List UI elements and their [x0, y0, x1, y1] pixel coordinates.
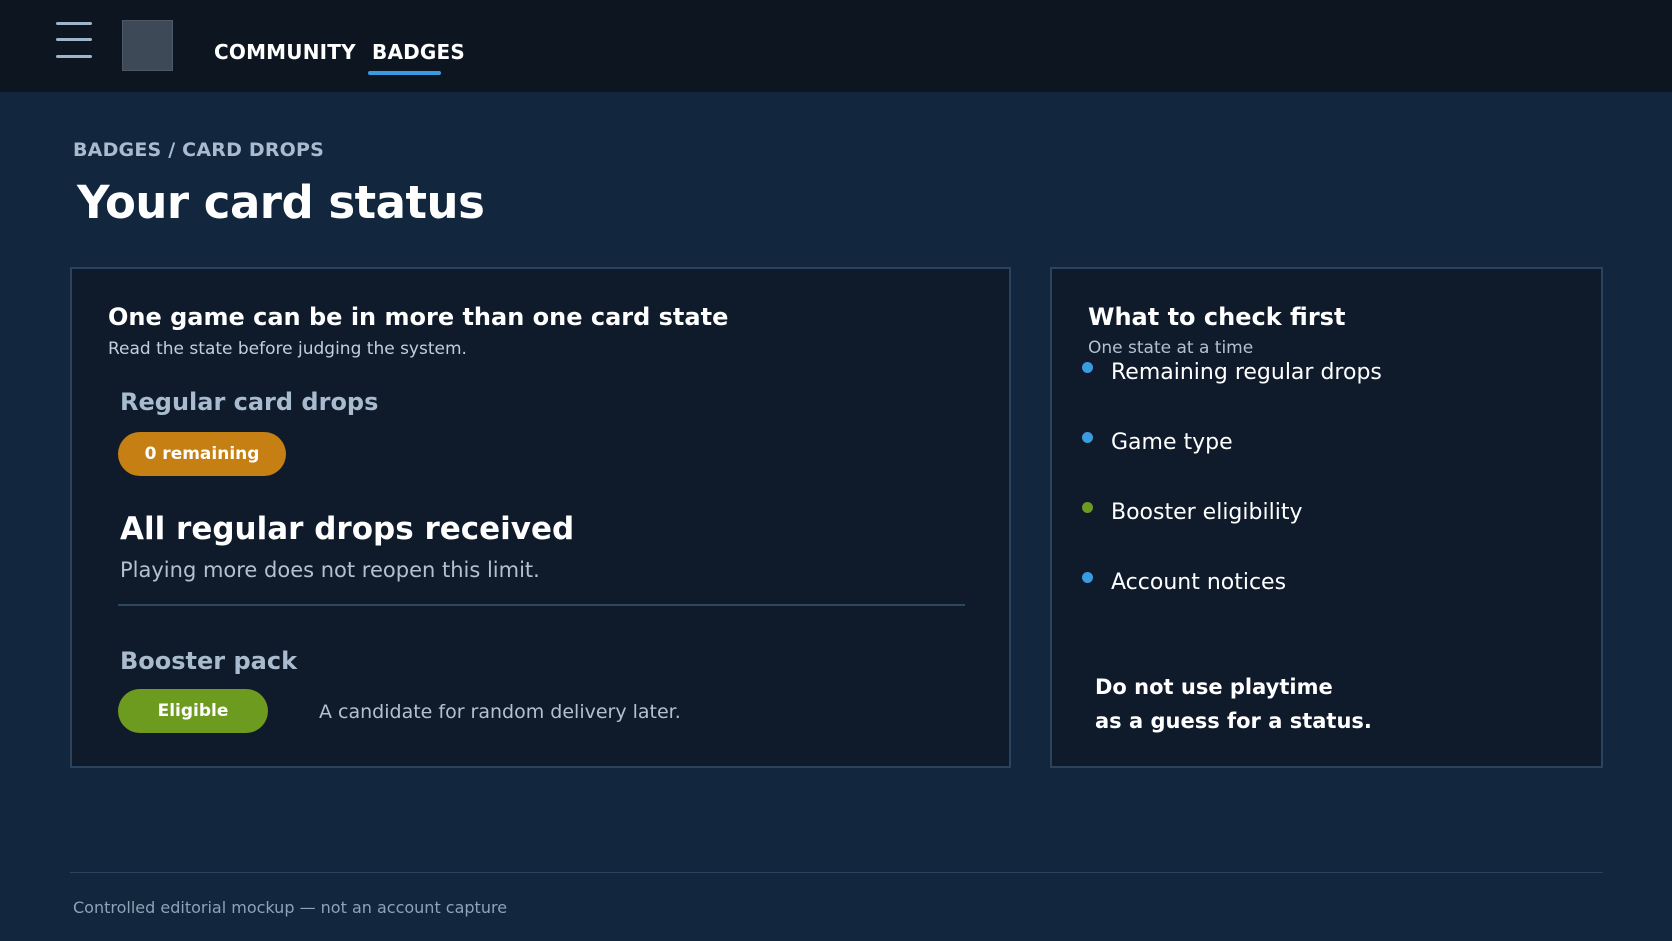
section-divider — [118, 604, 965, 606]
list-item-label: Remaining regular drops — [1111, 359, 1382, 385]
bullet-dot-icon — [1082, 501, 1093, 513]
footer-note: Controlled editorial mockup — not an acc… — [73, 898, 508, 917]
panel-subtitle: One state at a time — [1088, 338, 1254, 358]
booster-pack-label: Booster pack — [120, 647, 298, 675]
panel-title: What to check first — [1088, 303, 1346, 331]
remaining-badge: 0 remaining — [118, 432, 286, 476]
card-status-panel: One game can be in more than one card st… — [70, 267, 1011, 768]
breadcrumb: BADGES / CARD DROPS — [73, 139, 325, 161]
avatar[interactable] — [122, 20, 173, 71]
list-item-label: Booster eligibility — [1111, 499, 1303, 525]
panel-title: One game can be in more than one card st… — [108, 303, 729, 331]
top-navigation-bar: COMMUNITY BADGES — [0, 0, 1672, 92]
list-item-label: Game type — [1111, 429, 1233, 455]
regular-drops-note: Playing more does not reopen this limit. — [120, 558, 540, 582]
bullet-dot-icon — [1082, 431, 1093, 443]
page-title: Your card status — [77, 176, 485, 229]
regular-drops-label: Regular card drops — [120, 388, 379, 416]
bullet-dot-icon — [1082, 361, 1093, 373]
eligible-badge: Eligible — [118, 689, 268, 733]
tab-community[interactable]: COMMUNITY — [214, 40, 356, 64]
hamburger-icon[interactable] — [56, 22, 92, 58]
list-item: Account notices — [1082, 567, 1286, 597]
booster-note: A candidate for random delivery later. — [319, 701, 681, 723]
active-tab-indicator — [368, 71, 441, 75]
list-item: Game type — [1082, 427, 1233, 457]
tab-badges[interactable]: BADGES — [372, 40, 465, 64]
check-first-panel: What to check first One state at a time … — [1050, 267, 1603, 768]
list-item: Remaining regular drops — [1082, 357, 1382, 387]
footer-divider — [70, 872, 1603, 873]
warning-text: as a guess for a status. — [1095, 709, 1372, 733]
warning-text: Do not use playtime — [1095, 675, 1333, 699]
bullet-dot-icon — [1082, 571, 1093, 583]
list-item: Booster eligibility — [1082, 497, 1302, 527]
panel-subtitle: Read the state before judging the system… — [108, 339, 467, 359]
regular-drops-status: All regular drops received — [120, 511, 575, 547]
list-item-label: Account notices — [1111, 569, 1287, 595]
